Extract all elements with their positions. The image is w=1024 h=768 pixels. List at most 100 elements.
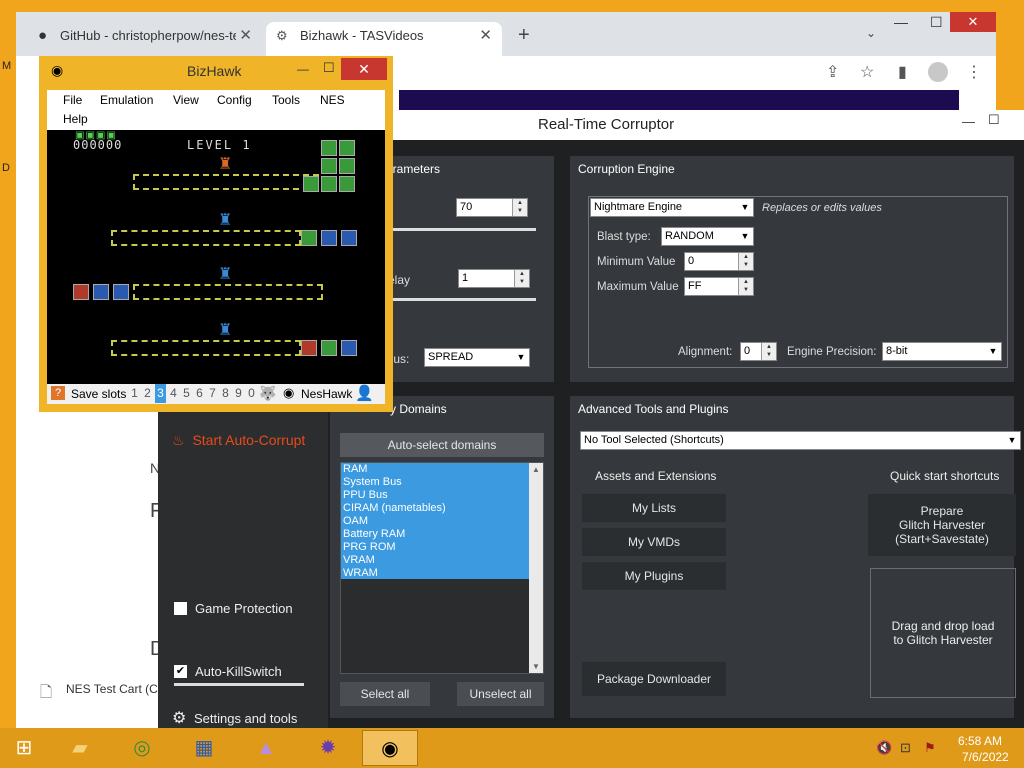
spinner[interactable]: ▲ ▼: [738, 278, 753, 295]
blast-type-select[interactable]: RANDOM ▼: [661, 227, 754, 246]
auto-select-domains-button[interactable]: Auto-select domains: [340, 433, 544, 457]
new-tab-button[interactable]: +: [518, 24, 530, 47]
chevron-down-icon[interactable]: ▼: [532, 662, 540, 671]
tab-github[interactable]: ● GitHub - christopherpow/nes-te ✕: [30, 22, 262, 56]
my-vmds-button[interactable]: My VMDs: [582, 528, 726, 556]
list-item[interactable]: System Bus: [343, 476, 402, 489]
notification-icon[interactable]: ⚑: [924, 740, 936, 756]
close-icon[interactable]: ✕: [239, 22, 252, 50]
list-item[interactable]: NES Test Cart (C: [66, 682, 158, 696]
close-icon[interactable]: ✕: [479, 22, 492, 50]
game-protection-checkbox[interactable]: [174, 602, 187, 615]
list-item[interactable]: OAM: [343, 515, 368, 528]
share-icon[interactable]: ⇪: [826, 62, 839, 82]
list-item[interactable]: WRAM: [343, 567, 378, 580]
min-value-input[interactable]: 0 ▲ ▼: [684, 252, 754, 271]
game-screen[interactable]: ▣▣▣▣ 000000 LEVEL 1 ♜ ♜ ♜ ♜: [47, 130, 385, 384]
my-lists-button[interactable]: My Lists: [582, 494, 726, 522]
delay-slider[interactable]: [390, 298, 536, 301]
prepare-glitch-harvester-button[interactable]: Prepare Glitch Harvester (Start+Savestat…: [868, 494, 1016, 556]
scrollbar[interactable]: ▲ ▼: [529, 463, 543, 673]
input-value: 70: [460, 201, 473, 213]
maximize-icon[interactable]: ☐: [930, 14, 943, 31]
engine-select[interactable]: Nightmare Engine ▼: [590, 198, 754, 217]
menu-kebab-icon[interactable]: ⋮: [966, 62, 982, 82]
list-item[interactable]: PRG ROM: [343, 541, 396, 554]
rtc-launcher-icon[interactable]: ▲: [238, 730, 294, 766]
minimize-icon[interactable]: —: [297, 62, 309, 76]
menu-config[interactable]: Config: [217, 93, 252, 107]
select-all-button[interactable]: Select all: [340, 682, 430, 706]
unselect-all-button[interactable]: Unselect all: [457, 682, 544, 706]
menu-nes[interactable]: NES: [320, 93, 345, 107]
maximize-icon[interactable]: ☐: [323, 60, 335, 76]
save-slot[interactable]: 5: [181, 384, 192, 403]
sidepanel-icon[interactable]: ▮: [898, 62, 907, 82]
save-slot[interactable]: 9: [233, 384, 244, 403]
tab-bizhawk[interactable]: ⚙ Bizhawk - TASVideos ✕: [266, 22, 502, 56]
bizhawk-taskbar-icon[interactable]: ◉: [362, 730, 418, 766]
save-slot[interactable]: 1: [129, 384, 140, 403]
select-value: No Tool Selected (Shortcuts): [584, 434, 724, 446]
save-slot[interactable]: 7: [207, 384, 218, 403]
minimize-icon[interactable]: —: [962, 114, 975, 129]
save-slot[interactable]: 2: [142, 384, 153, 403]
star-icon[interactable]: ☆: [860, 62, 874, 82]
save-slot[interactable]: 4: [168, 384, 179, 403]
list-item[interactable]: VRAM: [343, 554, 375, 567]
platform: [133, 174, 319, 190]
rtc-icon[interactable]: ✹: [300, 730, 356, 766]
menu-view[interactable]: View: [173, 93, 199, 107]
drag-drop-zone[interactable]: Drag and drop load to Glitch Harvester: [870, 568, 1016, 698]
max-value-input[interactable]: FF ▲ ▼: [684, 277, 754, 296]
intensity-slider[interactable]: [390, 228, 536, 231]
menu-tools[interactable]: Tools: [272, 93, 300, 107]
intensity-input[interactable]: 70 ▲ ▼: [456, 198, 528, 217]
alignment-input[interactable]: 0 ▲ ▼: [740, 342, 777, 361]
minimize-icon[interactable]: —: [894, 14, 908, 30]
auto-killswitch-label: Auto-KillSwitch: [195, 664, 282, 679]
save-slot[interactable]: 8: [220, 384, 231, 403]
list-item[interactable]: CIRAM (nametables): [343, 502, 446, 515]
avatar[interactable]: [928, 62, 948, 82]
start-button[interactable]: ⊞: [0, 730, 48, 766]
save-slot[interactable]: 3: [155, 384, 166, 403]
volume-icon[interactable]: 🔇: [876, 740, 892, 756]
close-button[interactable]: ✕: [950, 12, 996, 32]
chrome-icon[interactable]: ◎: [114, 730, 170, 766]
package-downloader-button[interactable]: Package Downloader: [582, 662, 726, 696]
menu-emulation[interactable]: Emulation: [100, 93, 153, 107]
block: [339, 176, 355, 192]
list-item[interactable]: PPU Bus: [343, 489, 388, 502]
start-auto-corrupt-button[interactable]: ♨ Start Auto-Corrupt: [172, 432, 305, 449]
control-panel-icon[interactable]: ▦: [176, 730, 232, 766]
file-explorer-icon[interactable]: ▰: [52, 730, 108, 766]
domain-list[interactable]: RAM System Bus PPU Bus CIRAM (nametables) OA…: [340, 462, 544, 674]
menu-help[interactable]: Help: [63, 112, 88, 126]
chevron-down-icon[interactable]: ⌄: [866, 26, 876, 40]
save-slot[interactable]: 6: [194, 384, 205, 403]
list-item[interactable]: RAM: [343, 463, 367, 476]
delay-input[interactable]: 1 ▲ ▼: [458, 269, 530, 288]
auto-killswitch-checkbox[interactable]: ✔: [174, 665, 187, 678]
list-item[interactable]: Battery RAM: [343, 528, 405, 541]
menu-file[interactable]: File: [63, 93, 82, 107]
spinner[interactable]: ▲ ▼: [514, 270, 529, 287]
chevron-up-icon[interactable]: ▲: [532, 465, 540, 474]
clock-date[interactable]: 7/6/2022: [962, 750, 1009, 764]
tool-select[interactable]: No Tool Selected (Shortcuts) ▼: [580, 431, 1021, 450]
spinner[interactable]: ▲ ▼: [512, 199, 527, 216]
settings-button[interactable]: ⚙ Settings and tools: [172, 708, 297, 728]
close-button[interactable]: ✕: [341, 58, 387, 80]
radius-select[interactable]: SPREAD ▼: [424, 348, 530, 367]
my-plugins-button[interactable]: My Plugins: [582, 562, 726, 590]
spinner[interactable]: ▲ ▼: [738, 253, 753, 270]
spinner[interactable]: ▲ ▼: [761, 343, 776, 360]
clock-time[interactable]: 6:58 AM: [958, 734, 1002, 748]
network-icon[interactable]: ⊡: [900, 740, 911, 756]
maximize-icon[interactable]: ☐: [988, 112, 1000, 128]
engine-precision-select[interactable]: 8-bit ▼: [882, 342, 1002, 361]
enemy-sprite: ♜: [218, 266, 233, 283]
block: [341, 230, 357, 246]
save-slot[interactable]: 0: [246, 384, 257, 403]
